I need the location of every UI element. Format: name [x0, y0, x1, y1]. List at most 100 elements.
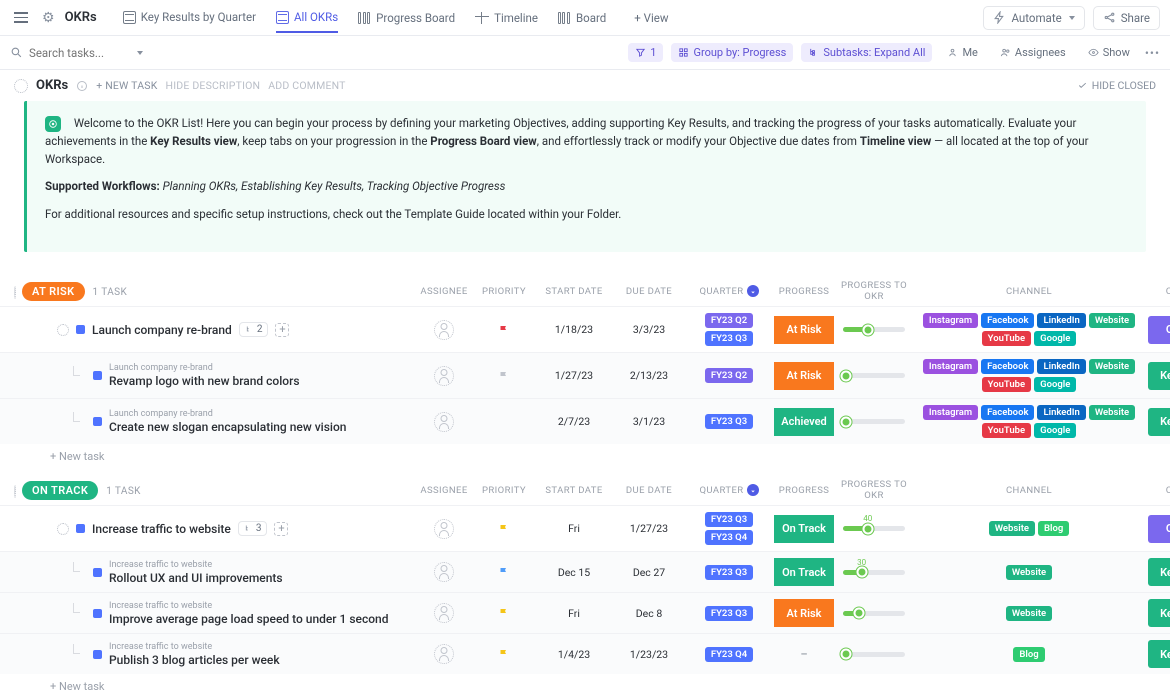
assignee-placeholder-icon[interactable] — [434, 519, 454, 539]
start-date-cell[interactable]: Dec 15 — [534, 566, 614, 579]
start-date-cell[interactable]: Fri — [534, 522, 614, 535]
status-square[interactable] — [93, 609, 102, 618]
priority-flag-icon[interactable] — [498, 607, 510, 619]
view-tab-board[interactable]: Board — [548, 3, 616, 33]
assignee-placeholder-icon[interactable] — [434, 412, 454, 432]
task-name[interactable]: Revamp logo with new brand colors — [109, 374, 300, 388]
col-prog-okr[interactable]: PROGRESS TO OKR — [834, 479, 914, 501]
select-circle[interactable] — [57, 523, 69, 535]
assignees-chip[interactable]: Assignees — [993, 43, 1073, 62]
channel-tag[interactable]: Google — [1034, 423, 1076, 438]
okr-type-badge[interactable]: Key Results — [1148, 599, 1170, 627]
assignee-cell[interactable] — [414, 412, 474, 432]
okr-type-badge[interactable]: Key Results — [1148, 640, 1170, 668]
progress-badge[interactable]: Achieved — [774, 408, 834, 436]
due-date-cell[interactable]: Dec 8 — [614, 607, 684, 620]
task-name[interactable]: Rollout UX and UI improvements — [109, 571, 283, 585]
priority-flag-icon[interactable] — [498, 648, 510, 660]
col-channel[interactable]: CHANNEL — [914, 286, 1144, 297]
okr-type-badge[interactable]: Key Results — [1148, 362, 1170, 390]
okr-type-badge[interactable]: Objective — [1148, 515, 1170, 543]
priority-cell[interactable] — [474, 370, 534, 382]
quarter-cell[interactable]: FY23 Q4 — [684, 647, 774, 662]
more-menu[interactable]: ••• — [1145, 46, 1160, 60]
col-start[interactable]: START DATE — [534, 485, 614, 496]
progress-slider[interactable] — [843, 652, 905, 657]
progress-okr-cell[interactable]: 40 — [834, 526, 914, 531]
progress-badge[interactable]: On Track — [774, 515, 834, 543]
group-status-pill[interactable]: On Track — [22, 481, 98, 500]
col-due[interactable]: DUE DATE — [614, 485, 684, 496]
channel-tag[interactable]: LinkedIn — [1037, 313, 1085, 328]
automate-button[interactable]: Automate — [983, 6, 1084, 30]
col-priority[interactable]: PRIORITY — [474, 286, 534, 297]
progress-okr-cell[interactable] — [834, 373, 914, 378]
channel-tag[interactable]: Website — [989, 521, 1035, 536]
task-main-cell[interactable]: Launch company re-brandCreate new slogan… — [14, 409, 414, 434]
progress-slider[interactable] — [843, 327, 905, 332]
chevron-down-icon[interactable] — [137, 51, 143, 55]
channel-tag[interactable]: Facebook — [981, 405, 1034, 420]
task-name[interactable]: Create new slogan encapsulating new visi… — [109, 420, 346, 434]
assignee-cell[interactable] — [414, 320, 474, 340]
assignee-cell[interactable] — [414, 562, 474, 582]
task-main-cell[interactable]: Launch company re-brandRevamp logo with … — [14, 363, 414, 388]
assignee-placeholder-icon[interactable] — [434, 366, 454, 386]
quarter-cell[interactable]: FY23 Q3FY23 Q4 — [684, 512, 774, 545]
hide-closed-button[interactable]: HIDE CLOSED — [1077, 79, 1156, 92]
status-square[interactable] — [93, 417, 102, 426]
assignee-cell[interactable] — [414, 603, 474, 623]
channel-tag[interactable]: Facebook — [981, 313, 1034, 328]
channel-tag[interactable]: LinkedIn — [1037, 359, 1085, 374]
okr-type-badge[interactable]: Objective — [1148, 316, 1170, 344]
start-date-cell[interactable]: 1/27/23 — [534, 369, 614, 382]
view-tab-key-results-by-quarter[interactable]: Key Results by Quarter — [113, 2, 266, 32]
add-view-button[interactable]: + View — [624, 3, 678, 33]
new-task-button[interactable]: + New task — [0, 674, 1170, 699]
assignee-cell[interactable] — [414, 366, 474, 386]
priority-cell[interactable] — [474, 324, 534, 336]
progress-badge[interactable]: – — [774, 640, 834, 668]
okr-type-badge[interactable]: Key Results — [1148, 558, 1170, 586]
assignee-placeholder-icon[interactable] — [434, 320, 454, 340]
progress-badge[interactable]: On Track — [774, 558, 834, 586]
due-date-cell[interactable]: 3/1/23 — [614, 415, 684, 428]
quarter-tag[interactable]: FY23 Q3 — [705, 331, 753, 346]
status-square[interactable] — [76, 325, 85, 334]
col-assignee[interactable]: ASSIGNEE — [414, 286, 474, 297]
task-name[interactable]: Publish 3 blog articles per week — [109, 653, 280, 667]
progress-badge[interactable]: At Risk — [774, 599, 834, 627]
assignee-placeholder-icon[interactable] — [434, 562, 454, 582]
me-chip[interactable]: Me — [940, 43, 984, 62]
progress-okr-cell[interactable] — [834, 327, 914, 332]
col-assignee[interactable]: ASSIGNEE — [414, 485, 474, 496]
task-main-cell[interactable]: Increase traffic to website 3 + — [14, 521, 414, 536]
task-main-cell[interactable]: Increase traffic to websiteImprove avera… — [14, 601, 414, 626]
quarter-tag[interactable]: FY23 Q4 — [705, 647, 753, 662]
channel-tag[interactable]: Website — [1006, 606, 1052, 621]
quarter-tag[interactable]: FY23 Q3 — [705, 512, 753, 527]
task-name[interactable]: Increase traffic to website — [92, 522, 231, 536]
col-okr-type[interactable]: OKR TYPE — [1144, 286, 1170, 297]
groupby-chip[interactable]: Group by: Progress — [671, 43, 793, 62]
channel-cell[interactable]: Blog — [1013, 647, 1044, 662]
new-task-button[interactable]: + New task — [0, 444, 1170, 469]
okr-type-badge[interactable]: Key Results — [1148, 408, 1170, 436]
due-date-cell[interactable]: Dec 27 — [614, 566, 684, 579]
channel-tag[interactable]: LinkedIn — [1037, 405, 1085, 420]
channel-tag[interactable]: YouTube — [982, 423, 1031, 438]
channel-tag[interactable]: Instagram — [923, 313, 978, 328]
progress-slider[interactable] — [843, 611, 905, 616]
channel-tag[interactable]: Blog — [1013, 647, 1044, 662]
start-date-cell[interactable]: 1/4/23 — [534, 648, 614, 661]
due-date-cell[interactable]: 3/3/23 — [614, 323, 684, 336]
quarter-tag[interactable]: FY23 Q2 — [705, 313, 753, 328]
group-select-circle[interactable] — [14, 286, 16, 299]
assignee-cell[interactable] — [414, 644, 474, 664]
new-task-button[interactable]: + NEW TASK — [96, 79, 157, 92]
view-tab-timeline[interactable]: Timeline — [465, 3, 548, 33]
show-chip[interactable]: Show — [1081, 43, 1137, 62]
status-square[interactable] — [93, 568, 102, 577]
add-subtask-button[interactable]: + — [274, 522, 288, 536]
task-name[interactable]: Launch company re-brand — [92, 323, 232, 337]
